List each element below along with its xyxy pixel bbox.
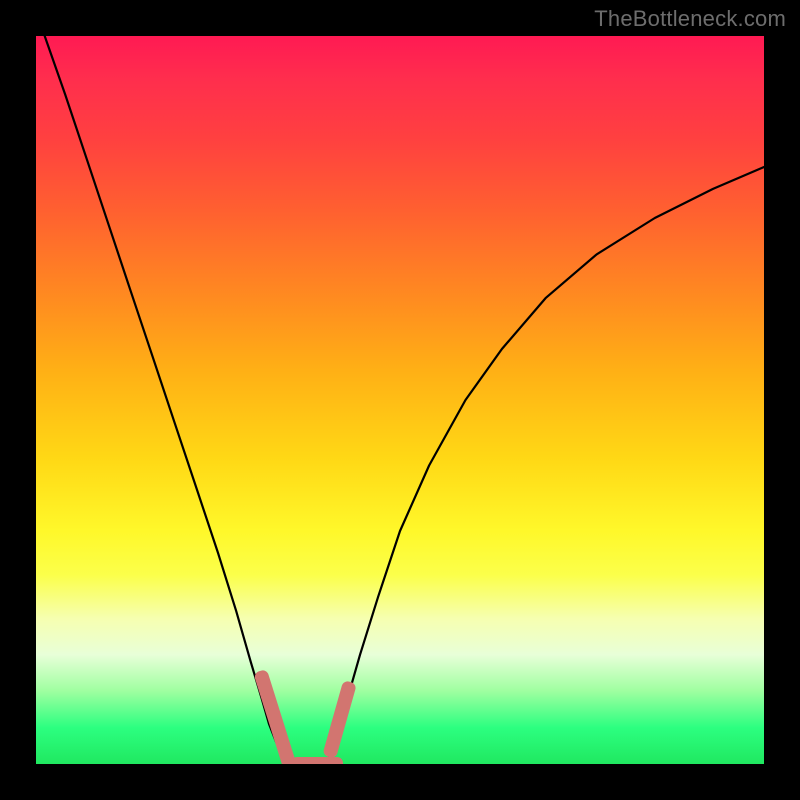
watermark-text: TheBottleneck.com xyxy=(594,6,786,32)
highlight-marker-floor xyxy=(291,757,344,764)
outer-black-frame: TheBottleneck.com xyxy=(0,0,800,800)
curve-layer xyxy=(36,36,764,764)
plot-area xyxy=(36,36,764,764)
bottleneck-curve xyxy=(45,36,764,764)
